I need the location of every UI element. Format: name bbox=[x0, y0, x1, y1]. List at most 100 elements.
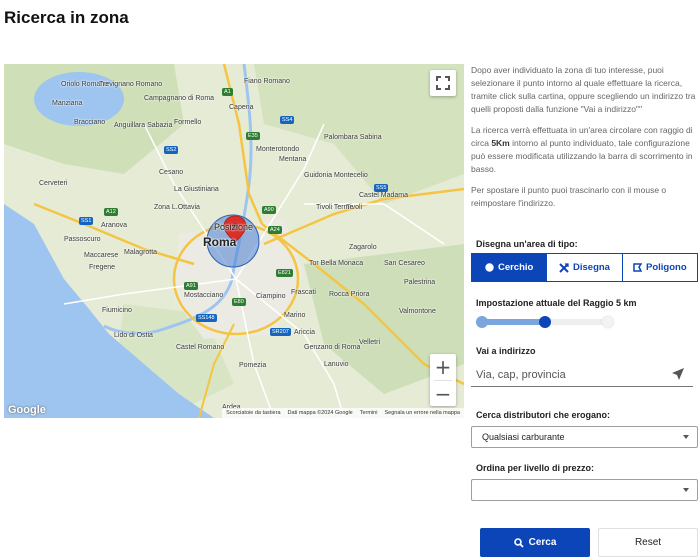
map-label: Formello bbox=[174, 119, 202, 126]
map-label-posizione: Posizione bbox=[214, 222, 254, 232]
map-label: Fiumicino bbox=[102, 307, 132, 314]
draw-polygon-button[interactable]: Poligono bbox=[622, 254, 697, 281]
map-label: Maccarese bbox=[84, 252, 119, 259]
road-shield: A24 bbox=[268, 226, 282, 234]
map-label: Tivoli Terme bbox=[316, 204, 354, 211]
reset-button[interactable]: Reset bbox=[598, 528, 698, 557]
road-shield: A1 bbox=[222, 88, 233, 96]
map-label: Rocca Priora bbox=[329, 291, 370, 298]
description-3: Per spostare il punto puoi trascinarlo c… bbox=[471, 185, 667, 208]
road-shield: E80 bbox=[232, 298, 246, 306]
fuel-select-value: Qualsiasi carburante bbox=[482, 432, 565, 442]
map-label: Lanuvio bbox=[324, 361, 349, 368]
map[interactable]: Oriolo Romano Trevignano Romano Manziana… bbox=[4, 64, 464, 418]
road-shield: A12 bbox=[104, 208, 118, 216]
map-label: Marino bbox=[284, 312, 306, 319]
road-shield: E821 bbox=[276, 269, 293, 277]
fuel-label: Cerca distributori che erogano: bbox=[476, 410, 611, 420]
address-input[interactable] bbox=[471, 363, 693, 387]
page-title: Ricerca in zona bbox=[4, 8, 129, 27]
map-label: San Cesareo bbox=[384, 260, 425, 267]
slider-handle[interactable] bbox=[539, 316, 551, 328]
map-label: Malagrotta bbox=[124, 249, 158, 256]
fuel-select[interactable]: Qualsiasi carburante bbox=[471, 426, 698, 448]
chevron-down-icon bbox=[683, 435, 689, 439]
locate-arrow-icon[interactable] bbox=[671, 367, 685, 381]
map-label: Castel Romano bbox=[176, 344, 225, 351]
chevron-down-icon bbox=[683, 488, 689, 492]
circle-icon bbox=[485, 263, 494, 272]
road-shield: E35 bbox=[246, 132, 260, 140]
draw-type-group: Cerchio Disegna Poligono bbox=[471, 253, 698, 282]
map-label: Pomezia bbox=[239, 362, 267, 369]
map-label: Passoscuro bbox=[64, 236, 101, 243]
map-label: Capena bbox=[229, 104, 254, 111]
map-label: Valmontone bbox=[399, 308, 436, 315]
fullscreen-icon bbox=[436, 76, 450, 90]
road-shield: A90 bbox=[262, 206, 276, 214]
slider-stop-min[interactable] bbox=[476, 316, 488, 328]
order-select[interactable] bbox=[471, 479, 698, 501]
map-label: Cesano bbox=[159, 169, 184, 176]
map-label: Zona L.Ottavia bbox=[154, 204, 200, 211]
description-2: La ricerca verrà effettuata in un'area c… bbox=[471, 125, 693, 174]
draw-icon bbox=[559, 262, 569, 273]
draw-circle-button[interactable]: Cerchio bbox=[472, 254, 548, 281]
draw-area-label: Disegna un'area di tipo: bbox=[476, 239, 578, 249]
map-label: Mentana bbox=[279, 156, 307, 163]
zoom-in-button[interactable]: + bbox=[430, 354, 456, 380]
road-shield: SR207 bbox=[270, 328, 291, 336]
polygon-icon bbox=[633, 263, 642, 272]
map-label: Aranova bbox=[101, 222, 128, 229]
map-label: Bracciano bbox=[74, 119, 106, 126]
map-label: Monterotondo bbox=[256, 146, 300, 153]
map-label: Fiano Romano bbox=[244, 78, 290, 85]
map-label: Frascati bbox=[291, 289, 316, 296]
road-shield: SS2 bbox=[164, 146, 179, 154]
map-label: Ciampino bbox=[256, 293, 286, 300]
road-shield: SS5 bbox=[374, 184, 389, 192]
google-logo: Google bbox=[8, 404, 46, 416]
road-shield: A91 bbox=[184, 282, 198, 290]
road-shield: SS148 bbox=[196, 314, 217, 322]
map-label: Anguillara Sabazia bbox=[114, 122, 173, 129]
map-label: Genzano di Roma bbox=[304, 344, 361, 351]
zoom-controls: + − bbox=[430, 354, 456, 406]
description-1: Dopo aver individuato la zona di tuo int… bbox=[471, 65, 696, 114]
map-label: Velletri bbox=[359, 339, 381, 346]
search-panel: Dopo aver individuato la zona di tuo int… bbox=[471, 64, 698, 218]
keyboard-shortcuts-link[interactable]: Scorciatoie da tastiera bbox=[226, 410, 280, 416]
slider-stop-max[interactable] bbox=[602, 316, 614, 328]
map-label: Manziana bbox=[52, 100, 83, 107]
radius-label: Impostazione attuale del Raggio 5 km bbox=[476, 298, 637, 308]
search-button[interactable]: Cerca bbox=[480, 528, 590, 557]
map-label: Ariccia bbox=[294, 329, 316, 336]
search-icon bbox=[513, 537, 524, 548]
order-label: Ordina per livello di prezzo: bbox=[476, 463, 595, 473]
terms-link[interactable]: Termini bbox=[360, 410, 378, 416]
zoom-out-button[interactable]: − bbox=[430, 381, 456, 407]
map-label: Mostacciano bbox=[184, 292, 224, 299]
map-data-credit: Dati mappa ©2024 Google bbox=[287, 410, 353, 416]
map-label: Lido di Ostia bbox=[114, 332, 153, 339]
draw-freehand-button[interactable]: Disegna bbox=[547, 254, 623, 281]
report-error-link[interactable]: Segnala un errore nella mappa bbox=[384, 410, 460, 416]
address-label: Vai a indirizzo bbox=[476, 346, 536, 356]
map-label: Zagarolo bbox=[349, 244, 377, 251]
map-label: Guidonia Montecelio bbox=[304, 172, 368, 179]
map-label: La Giustiniana bbox=[174, 186, 219, 193]
map-label: Trevignano Romano bbox=[99, 81, 163, 88]
map-label-roma: Roma bbox=[203, 235, 237, 249]
road-shield: SS4 bbox=[280, 116, 295, 124]
map-label: Campagnano di Roma bbox=[144, 95, 215, 102]
map-label: Fregene bbox=[89, 264, 116, 271]
road-shield: SS1 bbox=[79, 217, 94, 225]
map-footer: Scorciatoie da tastiera Dati mappa ©2024… bbox=[222, 408, 464, 418]
map-label: Castel Madama bbox=[359, 192, 409, 199]
radius-slider[interactable] bbox=[476, 314, 614, 330]
map-label: Cerveteri bbox=[39, 180, 68, 187]
map-label: Tor Bella Monaca bbox=[309, 260, 364, 267]
map-label: Palestrina bbox=[404, 279, 436, 286]
fullscreen-button[interactable] bbox=[430, 70, 456, 96]
map-label: Palombara Sabina bbox=[324, 134, 382, 141]
